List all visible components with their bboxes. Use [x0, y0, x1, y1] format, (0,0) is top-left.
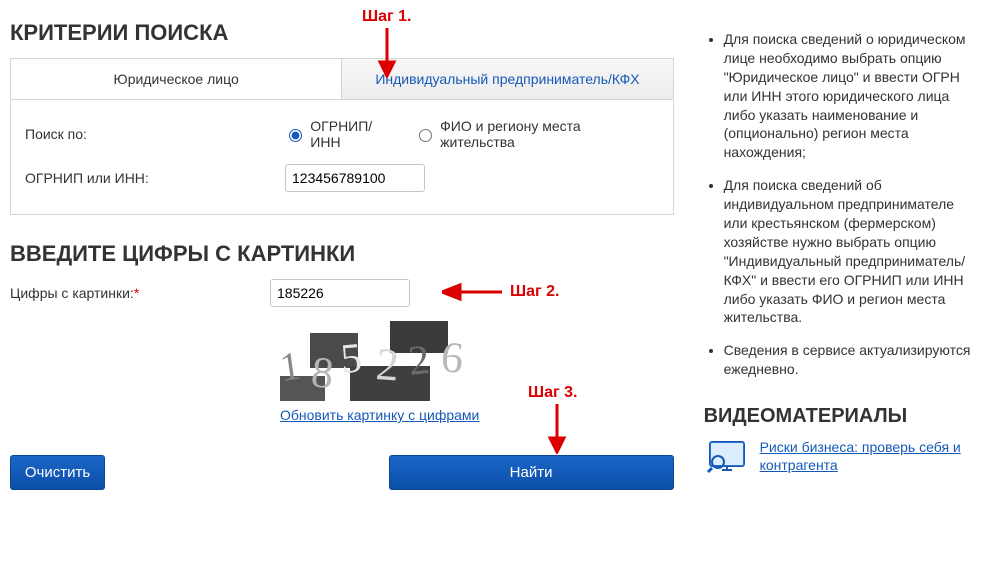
radio-ogrnip-inn-label: ОГРНИП/ИНН [310, 118, 402, 150]
help-list: Для поиска сведений о юридическом лице н… [724, 30, 971, 379]
captcha-title: ВВЕДИТЕ ЦИФРЫ С КАРТИНКИ [10, 241, 674, 267]
annotation-step2-arrow [442, 281, 502, 303]
criteria-panel: Поиск по: ОГРНИП/ИНН ФИО и региону места… [10, 99, 674, 215]
help-item: Для поиска сведений о юридическом лице н… [724, 30, 971, 162]
search-by-label: Поиск по: [25, 126, 284, 142]
annotation-step2-label: Шаг 2. [510, 283, 559, 301]
help-sidebar: Для поиска сведений о юридическом лице н… [694, 10, 971, 490]
svg-text:5: 5 [339, 335, 364, 383]
search-by-radio-group: ОГРНИП/ИНН ФИО и региону места жительств… [284, 118, 658, 150]
captcha-refresh-link[interactable]: Обновить картинку с цифрами [280, 407, 490, 423]
monitor-search-icon [704, 438, 750, 480]
captcha-block: 1 8 5 2 2 6 Обновить картинку с цифрами [280, 321, 490, 423]
annotation-step3-label: Шаг 3. [528, 384, 577, 402]
buttons-row: Очистить Найти [10, 455, 674, 490]
search-form-area: Шаг 1. КРИТЕРИИ ПОИСКА Юридическое лицо … [10, 10, 694, 490]
svg-text:6: 6 [439, 332, 465, 383]
captcha-label: Цифры с картинки:* [10, 285, 270, 301]
ogrnip-input[interactable] [285, 164, 425, 192]
required-asterisk: * [134, 285, 139, 301]
ogrnip-label: ОГРНИП или ИНН: [25, 170, 285, 186]
entity-type-tabs: Юридическое лицо Индивидуальный предприн… [10, 58, 674, 99]
captcha-label-text: Цифры с картинки: [10, 285, 134, 301]
captcha-input[interactable] [270, 279, 410, 307]
radio-fio-region-label: ФИО и региону места жительства [440, 118, 658, 150]
annotation-step3-arrow [546, 404, 568, 454]
radio-ogrnip-inn[interactable]: ОГРНИП/ИНН [284, 118, 402, 150]
help-item: Для поиска сведений об индивидуальном пр… [724, 176, 971, 327]
tab-legal-entity[interactable]: Юридическое лицо [11, 59, 342, 99]
captcha-image: 1 8 5 2 2 6 [280, 321, 490, 401]
radio-fio-region-input[interactable] [419, 129, 432, 142]
video-link-risks[interactable]: Риски бизнеса: проверь себя и контрагент… [760, 438, 971, 474]
find-button[interactable]: Найти [389, 455, 674, 490]
clear-button[interactable]: Очистить [10, 455, 105, 490]
video-materials-title: ВИДЕОМАТЕРИАЛЫ [704, 405, 971, 428]
help-item: Сведения в сервисе актуализируются ежедн… [724, 341, 971, 379]
tab-individual-entrepreneur[interactable]: Индивидуальный предприниматель/КФХ [342, 59, 672, 99]
radio-fio-region[interactable]: ФИО и региону места жительства [414, 118, 658, 150]
radio-ogrnip-inn-input[interactable] [289, 129, 302, 142]
svg-text:2: 2 [374, 338, 401, 390]
criteria-title: КРИТЕРИИ ПОИСКА [10, 20, 674, 46]
video-item: Риски бизнеса: проверь себя и контрагент… [704, 438, 971, 480]
